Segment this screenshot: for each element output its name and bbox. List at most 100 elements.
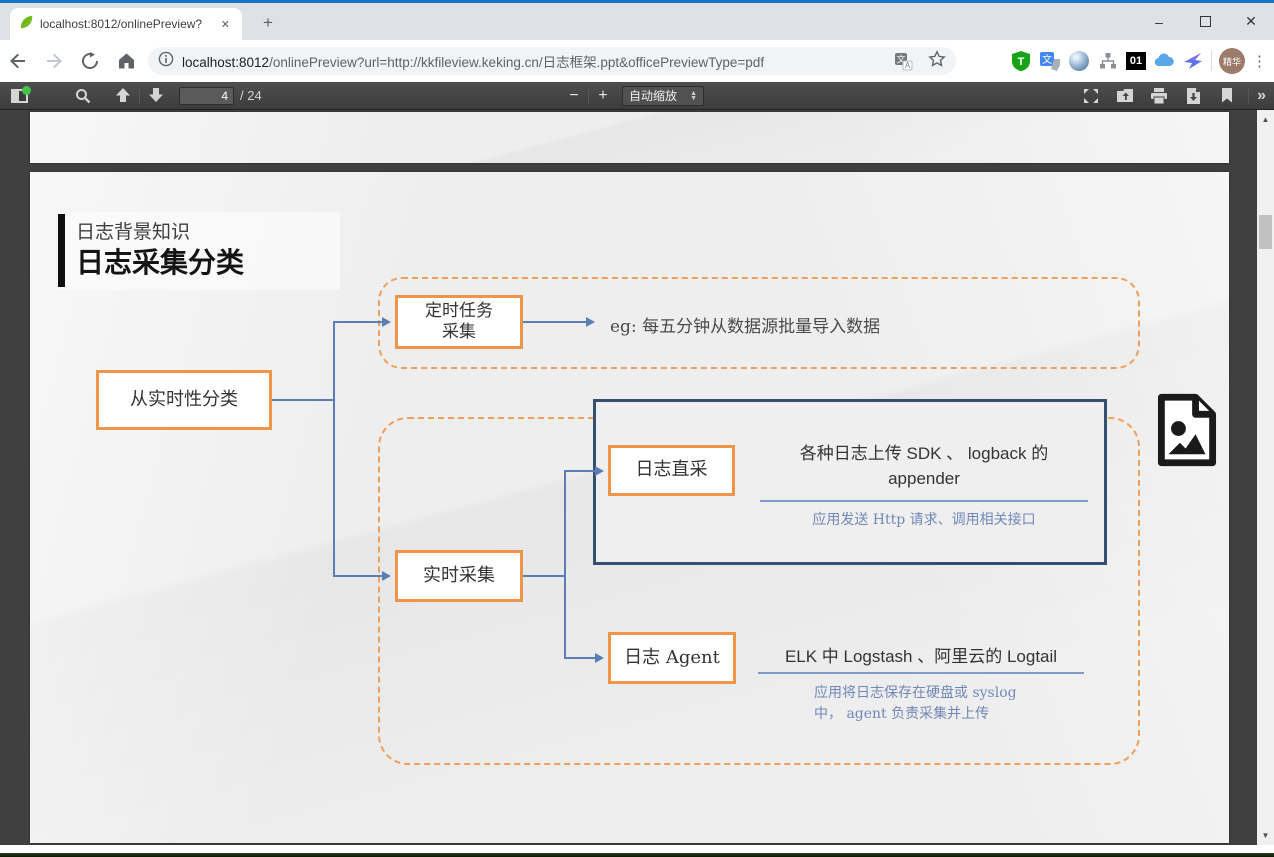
agent-subnote: 应用将日志保存在硬盘或 syslog 中， agent 负责采集并上传 — [814, 683, 1084, 725]
bookmark-star-icon[interactable] — [928, 50, 946, 73]
agent-description: ELK 中 Logstash 、阿里云的 Logtail — [758, 645, 1084, 670]
pdf-toolbar-left: / 24 — [6, 84, 262, 108]
bookmark-button[interactable] — [1214, 84, 1240, 108]
vertical-scrollbar[interactable]: ▲ ▼ — [1257, 110, 1274, 845]
minimize-button[interactable]: – — [1136, 14, 1182, 30]
bookmark-icon — [1221, 88, 1233, 103]
zoom-out-button[interactable]: − — [563, 87, 585, 105]
arrowhead-icon — [595, 653, 604, 663]
tab-close-icon[interactable]: ✕ — [217, 16, 234, 33]
pdf-toolbar-center: − + 自动缩放 ▲ ▼ — [563, 86, 704, 106]
connector-line — [523, 321, 587, 323]
direct-description: 各种日志上传 SDK 、 logback 的 appender — [760, 442, 1088, 491]
translate-page-icon[interactable]: 文 A — [892, 50, 914, 72]
open-file-button[interactable] — [1112, 84, 1138, 108]
google-translate-extension-icon[interactable]: 文 — [1039, 50, 1061, 72]
sidebar-toggle-icon — [11, 89, 28, 103]
connector-line — [523, 575, 564, 577]
direct-underline — [760, 500, 1088, 502]
next-page-button[interactable] — [143, 84, 169, 108]
page-count-label: / 24 — [240, 88, 262, 103]
tab-bar: localhost:8012/onlinePreview? ✕ + – ✕ — [0, 3, 1274, 40]
pdf-toolbar-right: » — [1078, 84, 1266, 108]
presentation-mode-button[interactable] — [1078, 84, 1104, 108]
cloud-extension-icon[interactable] — [1153, 50, 1175, 72]
page-down-icon — [148, 88, 164, 103]
print-button[interactable] — [1146, 84, 1172, 108]
zoom-mode-select[interactable]: 自动缩放 ▲ ▼ — [622, 86, 704, 106]
profile-avatar[interactable]: 精华 — [1219, 48, 1245, 74]
page-info-icon[interactable] — [158, 51, 174, 72]
toolbar-divider — [139, 88, 140, 104]
connector-line — [564, 470, 596, 472]
title-accent-bar — [58, 214, 65, 287]
sidebar-toggle-button[interactable] — [6, 84, 32, 108]
spring-leaf-favicon — [18, 14, 34, 35]
more-tools-button[interactable]: » — [1257, 87, 1266, 105]
sidebar-notification-dot — [22, 86, 31, 95]
connector-line — [333, 575, 383, 577]
pdf-viewer: 日志背景知识 日志采集分类 从实时性分类 定时任务 采集 实时采集 — [0, 110, 1257, 845]
close-button[interactable]: ✕ — [1228, 13, 1274, 30]
search-button[interactable] — [70, 84, 96, 108]
arrowhead-icon — [586, 317, 595, 327]
previous-page-button[interactable] — [110, 84, 136, 108]
01-extension-icon[interactable]: 01 — [1126, 52, 1146, 70]
agent-underline — [758, 672, 1084, 674]
timer-example-text: eg: 每五分钟从数据源批量导入数据 — [610, 312, 880, 337]
new-tab-button[interactable]: + — [256, 13, 280, 33]
tampermonkey-extension-icon[interactable]: T — [1010, 50, 1032, 72]
download-icon — [1186, 88, 1201, 104]
image-placeholder-icon — [1152, 393, 1222, 467]
address-bar[interactable]: localhost:8012/onlinePreview?url=http://… — [148, 47, 956, 75]
reload-button[interactable] — [77, 48, 103, 74]
back-button[interactable] — [5, 48, 31, 74]
node-log-agent: 日志 Agent — [608, 632, 736, 684]
zoom-in-button[interactable]: + — [592, 87, 614, 105]
window-bottom-edge — [0, 845, 1274, 853]
scroll-down-icon[interactable]: ▼ — [1257, 831, 1274, 840]
fullscreen-icon — [1083, 88, 1099, 104]
node-realtime-collect: 实时采集 — [395, 550, 523, 602]
connector-line — [333, 321, 383, 323]
toolbar-divider — [588, 88, 589, 104]
swallow-extension-icon[interactable] — [1182, 50, 1204, 72]
download-button[interactable] — [1180, 84, 1206, 108]
desktop-edge — [0, 853, 1274, 857]
direct-subnote: 应用发送 Http 请求、调用相关接口 — [760, 510, 1088, 531]
tab-title: localhost:8012/onlinePreview? — [40, 17, 211, 31]
tab-online-preview[interactable]: localhost:8012/onlinePreview? ✕ — [10, 8, 242, 40]
slide-title: 日志采集分类 — [76, 241, 244, 281]
toolbar-divider — [1248, 88, 1249, 104]
arrowhead-icon — [382, 317, 391, 327]
slide-pretitle: 日志背景知识 — [76, 217, 190, 244]
extensions-area: T 文 01 — [1010, 47, 1266, 75]
scroll-up-icon[interactable]: ▲ — [1257, 115, 1274, 124]
node-root: 从实时性分类 — [96, 370, 272, 430]
sitemap-extension-icon[interactable] — [1097, 50, 1119, 72]
window-controls: – ✕ — [1136, 3, 1274, 40]
pdf-toolbar: / 24 − + 自动缩放 ▲ ▼ — [0, 82, 1274, 110]
url-text[interactable]: localhost:8012/onlinePreview?url=http://… — [182, 51, 892, 71]
circle-extension-icon[interactable] — [1068, 50, 1090, 72]
scrollbar-thumb[interactable] — [1259, 215, 1272, 249]
open-file-icon — [1116, 88, 1134, 103]
connector-line — [564, 470, 566, 658]
arrowhead-icon — [382, 571, 391, 581]
connector-line — [272, 399, 333, 401]
browser-menu-icon[interactable]: ⋮ — [1252, 52, 1266, 70]
print-icon — [1150, 88, 1168, 104]
forward-button[interactable] — [41, 48, 67, 74]
search-icon — [75, 88, 91, 104]
maximize-button[interactable] — [1182, 14, 1228, 30]
browser-window: localhost:8012/onlinePreview? ✕ + – ✕ — [0, 0, 1274, 857]
maximize-icon — [1200, 16, 1211, 27]
page-number-input[interactable] — [179, 87, 234, 105]
node-log-direct: 日志直采 — [608, 445, 735, 496]
page-up-icon — [115, 88, 131, 103]
home-button[interactable] — [113, 48, 139, 74]
connector-line — [564, 657, 596, 659]
slide-page: 日志背景知识 日志采集分类 从实时性分类 定时任务 采集 实时采集 — [30, 172, 1229, 843]
connector-line — [333, 321, 335, 577]
translate-glyph: 文 — [1042, 53, 1052, 66]
